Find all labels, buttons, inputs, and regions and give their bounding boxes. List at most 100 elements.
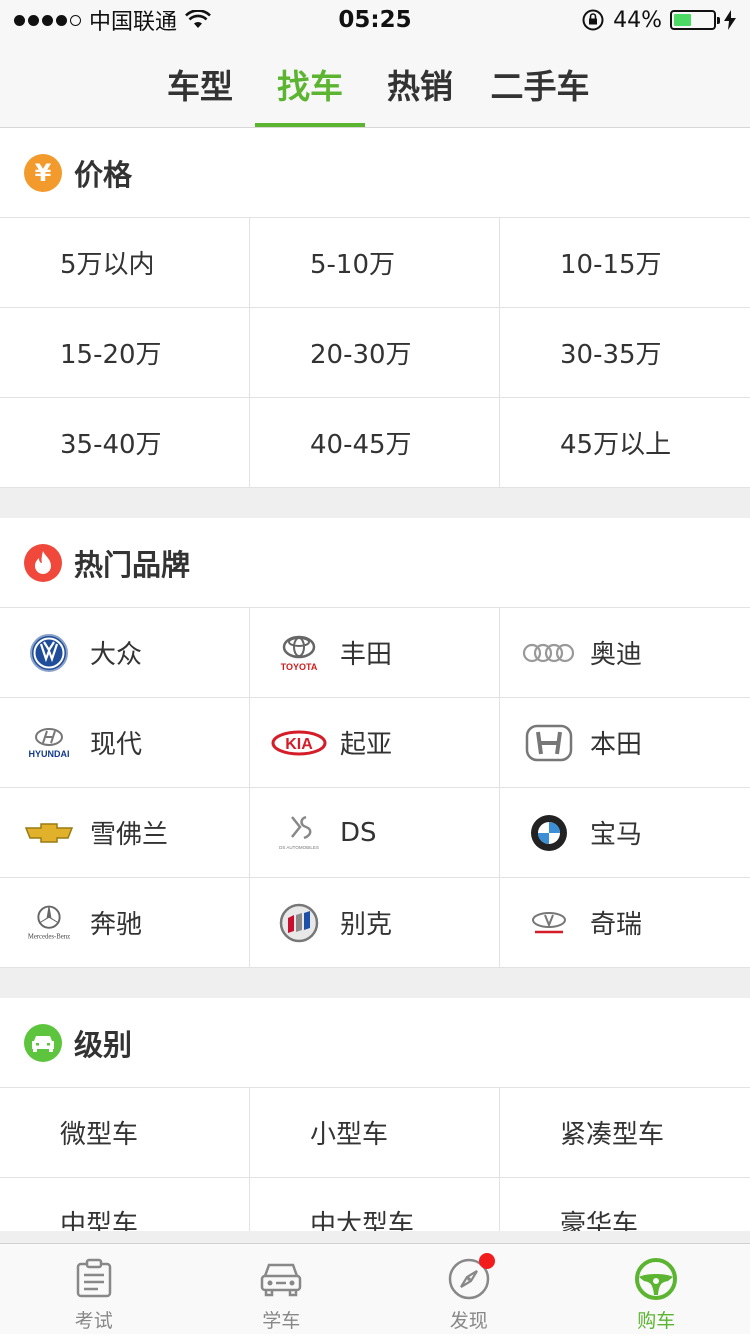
wifi-icon bbox=[185, 10, 211, 28]
nav-label: 考试 bbox=[74, 1310, 113, 1332]
signal-icon bbox=[14, 14, 81, 26]
section-title: 热门品牌 bbox=[74, 547, 191, 582]
ds-logo-text: DS AUTOMOBILES bbox=[279, 845, 319, 850]
chery-logo bbox=[520, 903, 578, 943]
brand-item-honda[interactable]: 本田 bbox=[500, 698, 750, 788]
brand-item-ds[interactable]: DS AUTOMOBILES DS bbox=[250, 788, 500, 878]
price-section-header: ¥ 价格 bbox=[0, 128, 750, 218]
section-title: 价格 bbox=[74, 157, 133, 192]
price-option[interactable]: 5-10万 bbox=[250, 218, 500, 308]
toyota-logo: TOYOTA bbox=[270, 633, 328, 673]
brand-grid: 大众 TOYOTA 丰田 奥迪 HYUNDAI 现代 KIA 起亚 本田 雪佛兰… bbox=[0, 608, 750, 968]
nav-label: 发现 bbox=[449, 1310, 488, 1332]
nav-label: 购车 bbox=[637, 1310, 676, 1332]
price-option[interactable]: 45万以上 bbox=[500, 398, 750, 488]
brand-name: DS bbox=[340, 817, 377, 848]
section-title: 级别 bbox=[74, 1027, 133, 1062]
price-option[interactable]: 35-40万 bbox=[0, 398, 250, 488]
brand-item-buick[interactable]: 别克 bbox=[250, 878, 500, 968]
brand-name: 奇瑞 bbox=[590, 910, 643, 940]
carrier-name: 中国联通 bbox=[89, 10, 178, 35]
bottom-nav: 考试 学车 发现 购车 bbox=[0, 1243, 750, 1334]
kia-logo: KIA bbox=[270, 723, 328, 763]
brand-name: 别克 bbox=[340, 910, 393, 940]
yuan-icon: ¥ bbox=[24, 153, 62, 192]
class-section-header: 级别 bbox=[0, 998, 750, 1088]
bmw-logo bbox=[520, 813, 578, 853]
nav-discover[interactable]: 发现 bbox=[375, 1244, 563, 1334]
ds-logo: DS AUTOMOBILES bbox=[270, 813, 328, 853]
class-grid: 微型车 小型车 紧凑型车 中型车 中大型车 豪华车 bbox=[0, 1088, 750, 1231]
orientation-lock-icon bbox=[582, 9, 604, 31]
battery-icon bbox=[670, 10, 720, 30]
brand-name: 宝马 bbox=[590, 820, 643, 850]
brand-item-kia[interactable]: KIA 起亚 bbox=[250, 698, 500, 788]
status-left: 中国联通 bbox=[14, 4, 211, 36]
class-option[interactable]: 豪华车 bbox=[500, 1178, 750, 1231]
class-option[interactable]: 中型车 bbox=[0, 1178, 250, 1231]
nav-label: 学车 bbox=[262, 1310, 301, 1332]
honda-logo bbox=[520, 723, 578, 763]
class-option[interactable]: 微型车 bbox=[0, 1088, 250, 1178]
brand-item-toyota[interactable]: TOYOTA 丰田 bbox=[250, 608, 500, 698]
exam-icon bbox=[71, 1256, 117, 1302]
brand-name: 奥迪 bbox=[590, 640, 643, 670]
price-option[interactable]: 30-35万 bbox=[500, 308, 750, 398]
brand-section: 热门品牌 大众 TOYOTA 丰田 奥迪 HYUNDAI 现代 KIA 起亚 本… bbox=[0, 518, 750, 968]
class-option[interactable]: 小型车 bbox=[250, 1088, 500, 1178]
top-tabs: 车型 找车 热销 二手车 bbox=[0, 40, 750, 128]
status-bar: 中国联通 05:25 44% bbox=[0, 0, 750, 40]
class-option[interactable]: 紧凑型车 bbox=[500, 1088, 750, 1178]
brand-name: 现代 bbox=[90, 730, 143, 760]
brand-item-chevrolet[interactable]: 雪佛兰 bbox=[0, 788, 250, 878]
volkswagen-logo bbox=[20, 633, 78, 673]
brand-item-bmw[interactable]: 宝马 bbox=[500, 788, 750, 878]
brand-name: 丰田 bbox=[340, 640, 393, 670]
tab-models[interactable]: 车型 bbox=[145, 40, 255, 127]
tab-find-car[interactable]: 找车 bbox=[255, 40, 365, 127]
tab-used-cars[interactable]: 二手车 bbox=[475, 40, 605, 127]
chevrolet-logo bbox=[20, 813, 78, 853]
brand-name: 起亚 bbox=[340, 730, 393, 760]
hyundai-logo-text: HYUNDAI bbox=[28, 749, 69, 759]
charging-icon bbox=[724, 10, 736, 30]
battery-level bbox=[674, 14, 691, 26]
price-grid: 5万以内 5-10万 10-15万 15-20万 20-30万 30-35万 3… bbox=[0, 218, 750, 488]
tab-hot-sales[interactable]: 热销 bbox=[365, 40, 475, 127]
mercedes-logo-text: Mercedes-Benz bbox=[28, 933, 70, 940]
price-option[interactable]: 10-15万 bbox=[500, 218, 750, 308]
price-option[interactable]: 15-20万 bbox=[0, 308, 250, 398]
content-scroll[interactable]: ¥ 价格 5万以内 5-10万 10-15万 15-20万 20-30万 30-… bbox=[0, 128, 750, 1231]
brand-item-chery[interactable]: 奇瑞 bbox=[500, 878, 750, 968]
price-option[interactable]: 20-30万 bbox=[250, 308, 500, 398]
brand-item-volkswagen[interactable]: 大众 bbox=[0, 608, 250, 698]
price-section: ¥ 价格 5万以内 5-10万 10-15万 15-20万 20-30万 30-… bbox=[0, 128, 750, 488]
mercedes-logo: Mercedes-Benz bbox=[20, 903, 78, 943]
brand-item-mercedes[interactable]: Mercedes-Benz 奔驰 bbox=[0, 878, 250, 968]
class-option[interactable]: 中大型车 bbox=[250, 1178, 500, 1231]
brand-name: 雪佛兰 bbox=[90, 820, 169, 850]
audi-logo bbox=[520, 633, 578, 673]
kia-logo-text: KIA bbox=[285, 736, 313, 753]
nav-exam[interactable]: 考试 bbox=[0, 1244, 188, 1334]
nav-learn[interactable]: 学车 bbox=[188, 1244, 376, 1334]
hyundai-logo: HYUNDAI bbox=[20, 723, 78, 763]
flame-icon bbox=[24, 543, 62, 582]
car-front-icon bbox=[258, 1256, 304, 1302]
price-option[interactable]: 5万以内 bbox=[0, 218, 250, 308]
nav-buy-car[interactable]: 购车 bbox=[563, 1244, 750, 1334]
status-right: 44% bbox=[581, 8, 736, 33]
brand-name: 奔驰 bbox=[90, 910, 143, 940]
brand-name: 本田 bbox=[590, 730, 643, 760]
brand-item-hyundai[interactable]: HYUNDAI 现代 bbox=[0, 698, 250, 788]
brand-item-audi[interactable]: 奥迪 bbox=[500, 608, 750, 698]
steering-wheel-icon bbox=[633, 1256, 679, 1302]
car-icon bbox=[24, 1023, 62, 1062]
toyota-logo-text: TOYOTA bbox=[281, 662, 318, 672]
brand-name: 大众 bbox=[90, 640, 143, 670]
price-option[interactable]: 40-45万 bbox=[250, 398, 500, 488]
notification-badge bbox=[479, 1253, 495, 1269]
buick-logo bbox=[270, 903, 328, 943]
brand-section-header: 热门品牌 bbox=[0, 518, 750, 608]
battery-percent: 44% bbox=[613, 7, 662, 33]
